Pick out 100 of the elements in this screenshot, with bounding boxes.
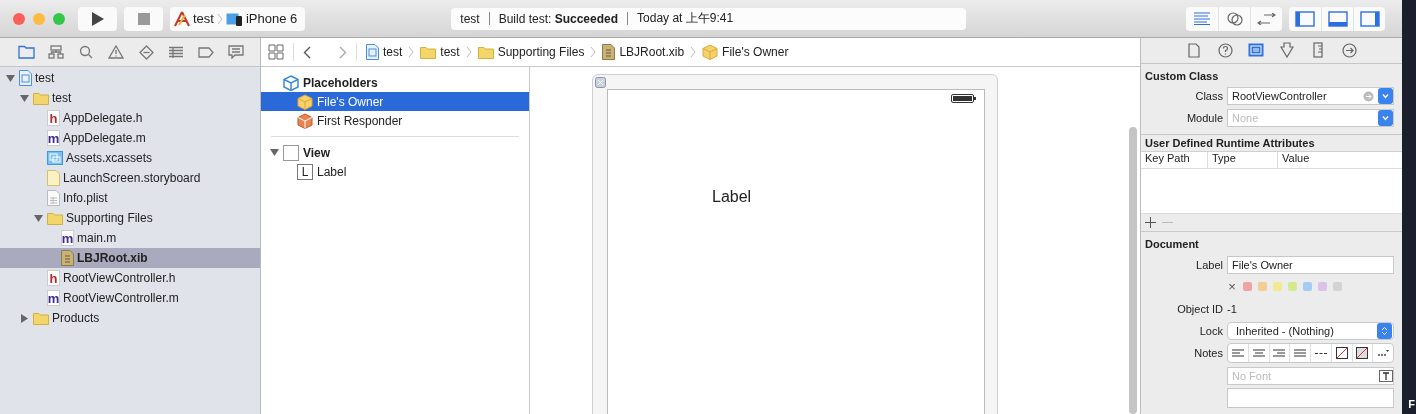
document-icon <box>1188 42 1200 58</box>
warning-icon <box>108 45 124 59</box>
outline-item[interactable]: First Responder <box>261 111 529 130</box>
tree-item[interactable]: LaunchScreen.storyboard <box>0 168 260 188</box>
chevron-icon <box>408 46 415 58</box>
lock-popup[interactable]: Inherited - (Nothing) <box>1227 321 1394 340</box>
ruler-icon <box>1313 42 1323 59</box>
tree-item[interactable]: Assets.xcassets <box>0 148 260 168</box>
breadcrumb[interactable]: Supporting Files <box>477 45 585 59</box>
hierarchy-icon <box>48 45 64 59</box>
tree-item[interactable]: Products <box>0 308 260 328</box>
outline-item[interactable]: L Label <box>261 162 529 181</box>
folder-icon <box>17 45 35 59</box>
forward-icon[interactable] <box>339 45 347 59</box>
bottom-panel-icon <box>1327 10 1348 27</box>
device-icon <box>225 11 243 26</box>
tree-item[interactable]: m RootViewController.m <box>0 288 260 308</box>
overlapping-circles-icon <box>1226 11 1243 26</box>
field-label: Notes <box>1193 347 1223 359</box>
diamond-icon <box>138 44 154 60</box>
add-icon[interactable] <box>1145 217 1156 228</box>
folder-icon <box>477 45 494 59</box>
font-icon[interactable] <box>1379 369 1393 382</box>
text-align-icon <box>1294 348 1307 358</box>
related-items-icon[interactable] <box>268 44 284 60</box>
disclosure-triangle-icon[interactable] <box>270 148 279 157</box>
battery-icon <box>951 94 976 103</box>
back-icon[interactable] <box>303 45 311 59</box>
stop-icon <box>137 12 150 25</box>
close-icon[interactable] <box>595 77 606 88</box>
build-status: Build test: Succeeded <box>498 11 619 26</box>
field-label: Label <box>1195 258 1223 271</box>
go-arrow-icon[interactable] <box>1363 90 1374 102</box>
field-label: Class <box>1194 90 1223 103</box>
tree-item[interactable]: m main.m <box>0 228 260 248</box>
run-button[interactable] <box>78 6 117 31</box>
project-name: test <box>460 11 480 26</box>
project-file-icon <box>366 44 379 60</box>
arrow-circle-icon <box>1341 42 1357 58</box>
tree-item[interactable]: Info.plist <box>0 188 260 208</box>
dashed-line-icon <box>1314 351 1327 355</box>
column-header[interactable]: Type <box>1207 151 1277 168</box>
left-panel-icon <box>1295 10 1315 27</box>
speech-bubble-icon <box>228 45 244 59</box>
source-file-icon: m <box>47 290 60 306</box>
color-swatch[interactable] <box>1273 282 1282 291</box>
stop-button[interactable] <box>124 6 163 31</box>
right-panel-icon <box>1359 10 1380 27</box>
breadcrumb[interactable]: test <box>366 44 403 60</box>
column-header[interactable]: Key Path <box>1141 151 1207 168</box>
breadcrumb[interactable]: test <box>420 45 460 59</box>
label-icon: L <box>297 163 313 180</box>
id-card-icon <box>1248 43 1264 58</box>
text-align-icon <box>1273 348 1286 358</box>
zoom-button[interactable] <box>53 12 65 25</box>
color-swatch[interactable] <box>1303 282 1312 291</box>
color-swatch[interactable] <box>1288 282 1297 291</box>
outline-item[interactable]: File's Owner <box>261 92 529 111</box>
scrollbar[interactable] <box>1129 127 1137 414</box>
disclosure-triangle-icon[interactable] <box>19 93 29 103</box>
tree-item[interactable]: h RootViewController.h <box>0 268 260 288</box>
tree-item[interactable]: Supporting Files <box>0 208 260 228</box>
class-field[interactable]: RootViewController <box>1227 87 1394 106</box>
breadcrumb[interactable]: File's Owner <box>702 44 789 60</box>
label-text: Label <box>712 188 752 206</box>
object-id: -1 <box>1227 302 1238 315</box>
tree-item[interactable]: test <box>0 68 260 88</box>
field-label: Object ID <box>1176 302 1223 315</box>
color-swatch[interactable] <box>1333 282 1342 291</box>
swap-arrows-icon <box>1256 12 1277 25</box>
header-file-icon: h <box>47 270 60 286</box>
disclosure-triangle-icon[interactable] <box>19 313 29 323</box>
tree-item[interactable]: h AppDelegate.h <box>0 108 260 128</box>
outline-section[interactable]: Placeholders <box>261 73 529 92</box>
outline-section[interactable]: View <box>261 143 529 162</box>
cube-icon <box>297 93 313 110</box>
plist-file-icon <box>47 190 60 206</box>
breadcrumb[interactable]: LBJRoot.xib <box>602 44 685 60</box>
scheme-selector[interactable]: test iPhone 6 <box>170 6 306 31</box>
list-icon <box>168 45 184 59</box>
header-file-icon: h <box>47 110 60 126</box>
cube-icon <box>702 44 719 60</box>
field-label: Lock <box>1198 324 1223 337</box>
disclosure-triangle-icon[interactable] <box>5 73 15 83</box>
source-file-icon: m <box>47 130 60 146</box>
clear-color-button[interactable]: × <box>1227 279 1237 294</box>
section-title: Document <box>1145 237 1200 252</box>
tree-item[interactable]: m AppDelegate.m <box>0 128 260 148</box>
notes-field[interactable] <box>1227 388 1394 408</box>
help-icon <box>1217 42 1233 58</box>
tree-item[interactable]: LBJRoot.xib <box>0 248 260 268</box>
tree-item[interactable]: test <box>0 88 260 108</box>
color-swatch[interactable] <box>1243 282 1252 291</box>
chevron-icon <box>590 46 597 58</box>
color-swatch[interactable] <box>1318 282 1327 291</box>
label-field[interactable]: File's Owner <box>1227 255 1394 274</box>
cube-icon <box>283 74 299 91</box>
disclosure-triangle-icon[interactable] <box>33 213 43 223</box>
close-button[interactable] <box>13 12 25 25</box>
color-swatch[interactable] <box>1258 282 1267 291</box>
